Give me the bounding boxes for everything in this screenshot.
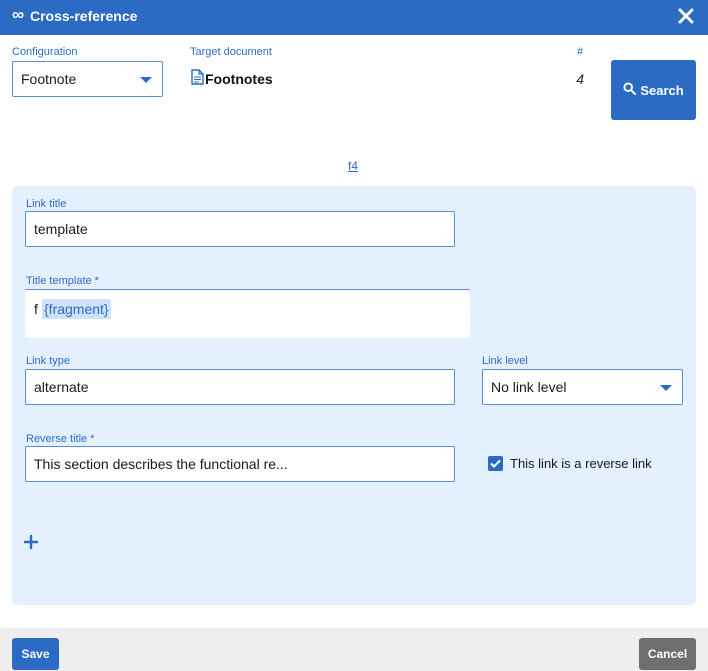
- target-document-value: Footnotes: [205, 71, 273, 87]
- fragment-token[interactable]: {fragment}: [42, 299, 111, 319]
- dialog-titlebar: ∞ Cross-reference: [0, 0, 708, 35]
- fragment-link[interactable]: f4: [348, 159, 358, 173]
- configuration-value: Footnote: [21, 71, 77, 87]
- reverse-title-label: Reverse title *: [26, 433, 95, 445]
- close-icon[interactable]: [676, 5, 696, 27]
- configuration-label: Configuration: [12, 46, 78, 58]
- configuration-select[interactable]: Footnote: [12, 61, 163, 97]
- search-button[interactable]: Search: [611, 60, 696, 120]
- dialog-footer: [0, 628, 708, 671]
- link-title-input[interactable]: template: [25, 211, 455, 247]
- link-level-value: No link level: [491, 379, 567, 395]
- save-button[interactable]: Save: [12, 638, 59, 670]
- title-template-prefix: f: [34, 301, 38, 317]
- title-template-label: Title template *: [26, 275, 99, 287]
- link-level-select[interactable]: No link level: [482, 369, 683, 405]
- document-icon: [191, 68, 204, 90]
- reverse-title-input[interactable]: This section describes the functional re…: [25, 446, 455, 482]
- reverse-link-label: This link is a reverse link: [510, 456, 652, 471]
- target-document-label: Target document: [190, 46, 272, 58]
- link-type-input[interactable]: alternate: [25, 369, 455, 405]
- count-value: 4: [576, 71, 584, 87]
- link-title-label: Link title: [26, 198, 67, 210]
- chevron-down-icon: [660, 385, 672, 391]
- reverse-link-checkbox[interactable]: [488, 456, 503, 471]
- reverse-link-checkbox-row[interactable]: This link is a reverse link: [488, 456, 652, 471]
- count-label: #: [577, 46, 584, 58]
- target-document: Footnotes: [191, 68, 273, 90]
- chevron-down-icon: [140, 77, 152, 83]
- cancel-button[interactable]: Cancel: [639, 638, 696, 670]
- title-template-input[interactable]: f {fragment}: [25, 289, 470, 338]
- infinity-logo-icon: ∞: [12, 5, 25, 24]
- dialog-title: Cross-reference: [30, 8, 138, 24]
- link-level-label: Link level: [482, 355, 528, 367]
- plus-icon[interactable]: [22, 532, 40, 552]
- search-icon: [623, 82, 637, 98]
- link-type-label: Link type: [26, 355, 71, 367]
- search-button-label: Search: [640, 82, 684, 98]
